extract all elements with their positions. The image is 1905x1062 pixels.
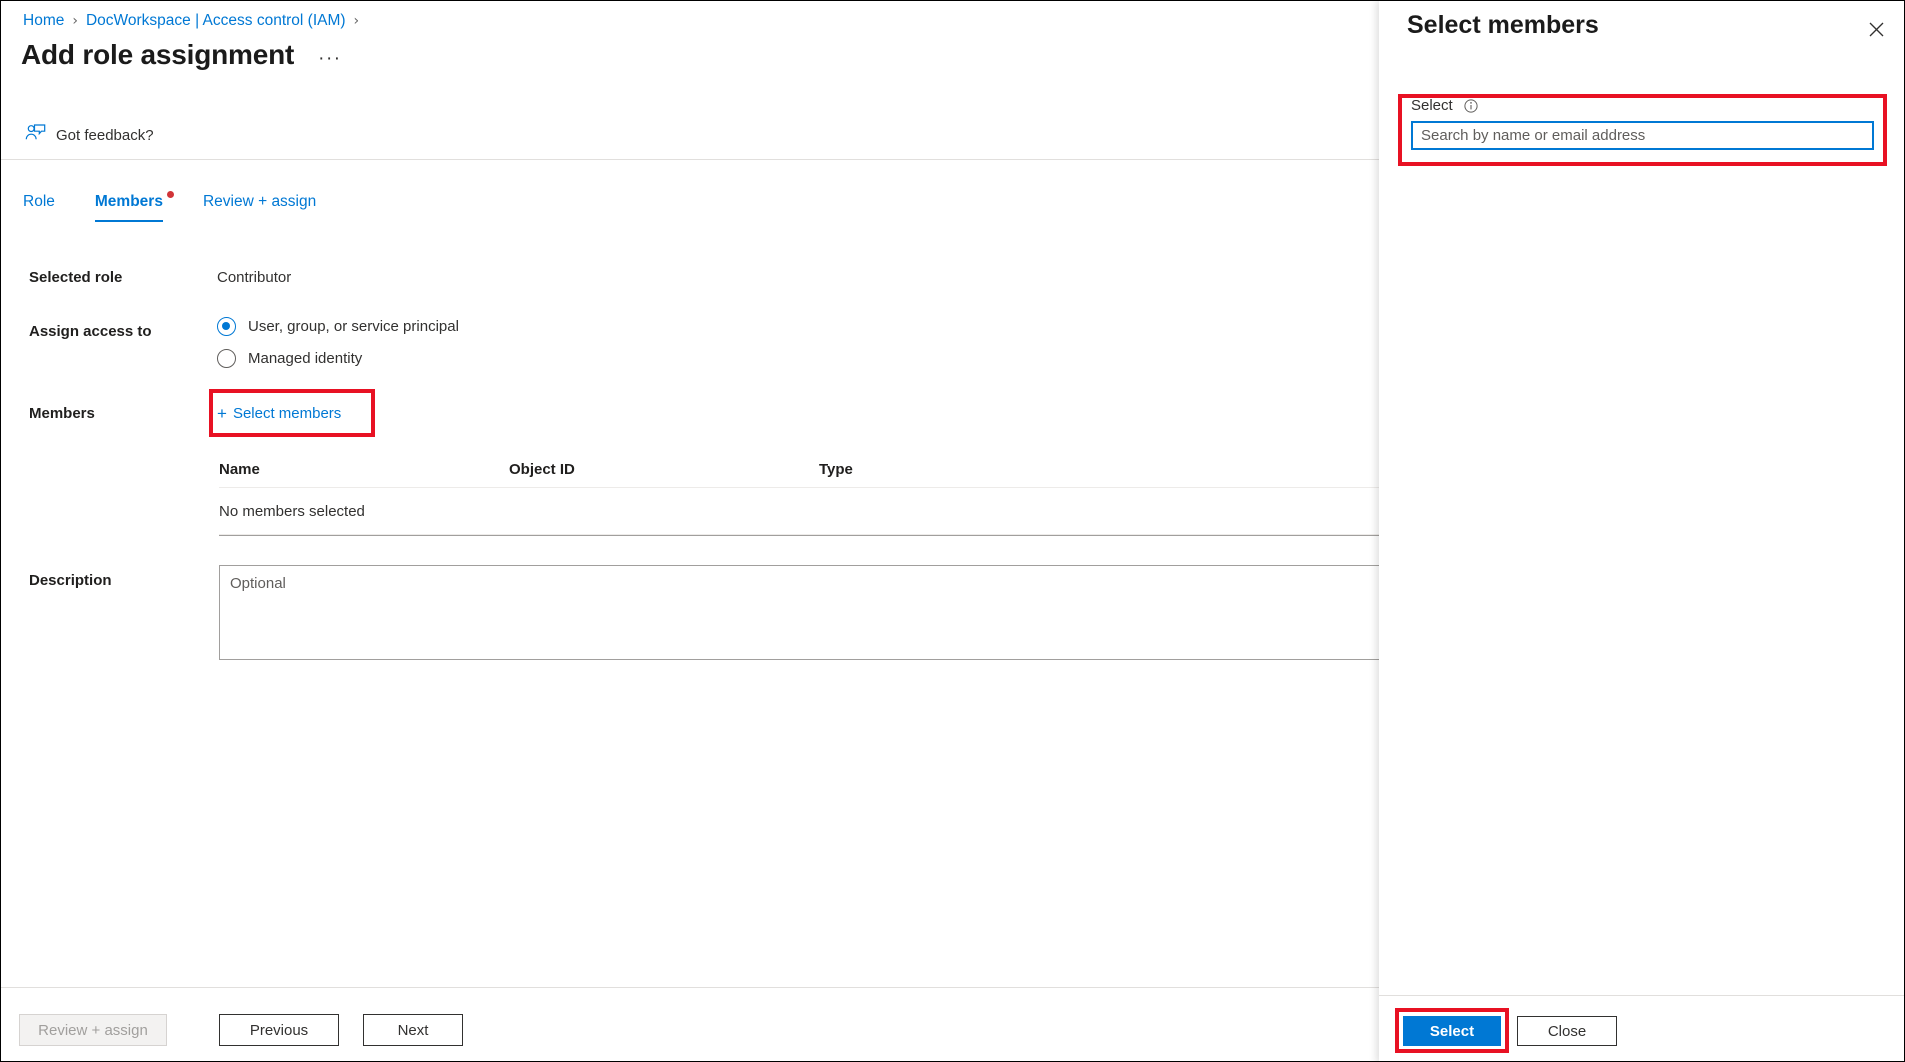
command-bar: Got feedback?	[1, 119, 1379, 160]
description-placeholder: Optional	[230, 575, 286, 592]
radio-managed-identity[interactable]: Managed identity	[217, 349, 362, 368]
selected-role-label: Selected role	[29, 269, 122, 286]
description-label: Description	[29, 572, 112, 589]
table-row: No members selected	[219, 488, 1409, 535]
breadcrumb-separator-icon: ›	[72, 13, 78, 29]
search-input[interactable]	[1411, 121, 1874, 150]
panel-select-button[interactable]: Select	[1403, 1016, 1501, 1046]
page-title-row: Add role assignment ···	[21, 39, 342, 71]
review-assign-button[interactable]: Review + assign	[19, 1014, 167, 1046]
panel-title: Select members	[1407, 11, 1599, 40]
azure-portal-screen: Home › DocWorkspace | Access control (IA…	[0, 0, 1905, 1062]
add-role-assignment-blade: Home › DocWorkspace | Access control (IA…	[1, 1, 1379, 1062]
breadcrumb-separator-icon: ›	[354, 13, 360, 29]
person-feedback-icon	[25, 124, 46, 147]
radio-unselected-icon	[217, 349, 236, 368]
radio-selected-icon	[217, 317, 236, 336]
page-title: Add role assignment	[21, 39, 294, 71]
close-icon[interactable]	[1860, 13, 1892, 45]
select-field-label-text: Select	[1411, 97, 1453, 114]
select-field-label: Select	[1411, 97, 1478, 114]
info-icon[interactable]	[1464, 99, 1478, 113]
got-feedback-label: Got feedback?	[56, 127, 154, 144]
column-header-name: Name	[219, 461, 509, 478]
members-label: Members	[29, 405, 95, 422]
column-header-type: Type	[819, 461, 1119, 478]
members-table-footer-rule	[219, 535, 1409, 536]
column-header-object-id: Object ID	[509, 461, 819, 478]
description-textarea[interactable]: Optional	[219, 565, 1409, 660]
panel-close-button[interactable]: Close	[1517, 1016, 1617, 1046]
plus-icon: +	[217, 405, 227, 422]
select-members-button[interactable]: + Select members	[217, 397, 367, 429]
tab-role[interactable]: Role	[23, 193, 55, 220]
tab-review-assign-label: Review + assign	[203, 193, 316, 210]
wizard-tabs: Role Members Review + assign	[23, 193, 356, 222]
radio-managed-identity-label: Managed identity	[248, 350, 362, 367]
selected-role-value: Contributor	[217, 269, 291, 286]
tab-role-label: Role	[23, 193, 55, 210]
members-table-empty-message: No members selected	[219, 503, 365, 520]
radio-user-group-service-principal[interactable]: User, group, or service principal	[217, 317, 459, 336]
tab-members[interactable]: Members	[95, 193, 163, 222]
breadcrumb-item-home[interactable]: Home	[23, 12, 64, 30]
breadcrumb: Home › DocWorkspace | Access control (IA…	[23, 12, 367, 30]
tab-attention-dot-icon	[167, 191, 174, 198]
members-table-header: Name Object ID Type	[219, 461, 1409, 488]
got-feedback-button[interactable]: Got feedback?	[25, 119, 154, 151]
breadcrumb-item-docworkspace[interactable]: DocWorkspace | Access control (IAM)	[86, 12, 346, 30]
previous-button[interactable]: Previous	[219, 1014, 339, 1046]
select-members-button-label: Select members	[233, 405, 341, 422]
radio-user-group-service-principal-label: User, group, or service principal	[248, 318, 459, 335]
tab-members-label: Members	[95, 193, 163, 210]
members-table: Name Object ID Type No members selected	[219, 461, 1409, 536]
more-options-button[interactable]: ···	[318, 49, 341, 68]
tab-review-assign[interactable]: Review + assign	[203, 193, 316, 220]
assign-access-to-label: Assign access to	[29, 323, 152, 340]
next-button[interactable]: Next	[363, 1014, 463, 1046]
wizard-footer-bar: Review + assign Previous Next	[1, 987, 1379, 1062]
